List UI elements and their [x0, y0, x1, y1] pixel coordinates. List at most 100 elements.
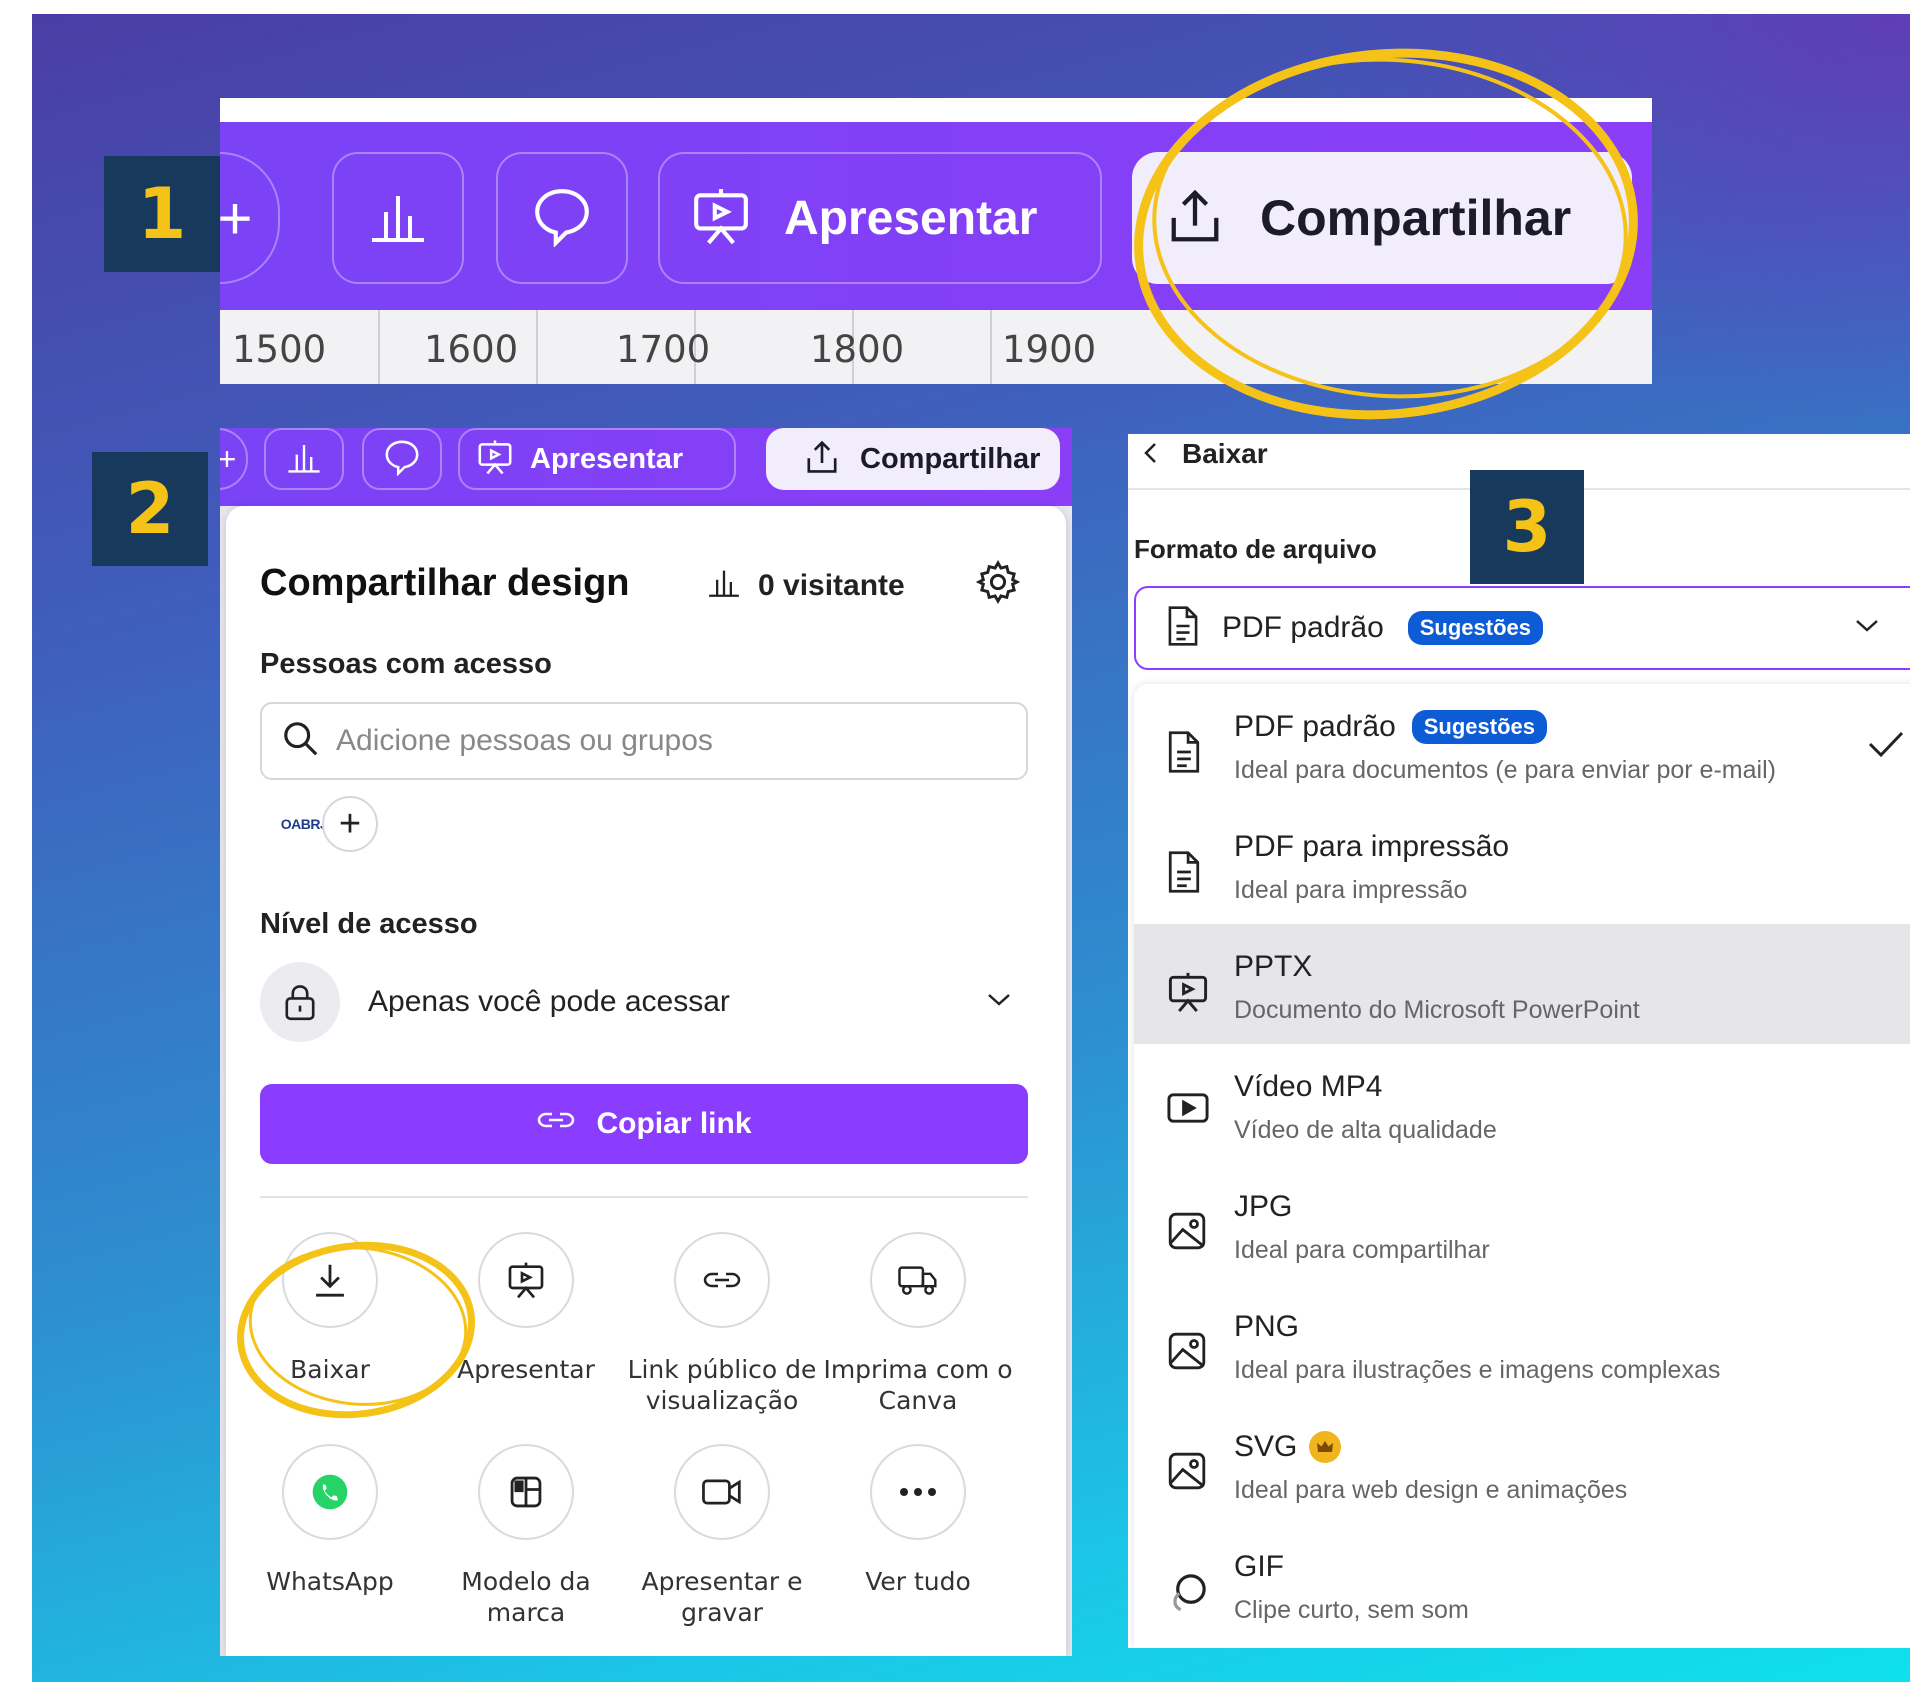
add-person-button[interactable]: + [322, 796, 378, 852]
editor-toolbar-small: + Apresentar Compartilhar [220, 428, 1072, 506]
download-title: Baixar [1182, 438, 1268, 469]
access-level-value: Apenas você pode acessar [368, 985, 730, 1018]
insights-button[interactable] [332, 152, 464, 284]
share-dialog: Compartilhar design 0 visitante Pessoas … [226, 506, 1066, 1656]
format-desc: Ideal para compartilhar [1234, 1236, 1490, 1264]
format-name: GIF [1234, 1550, 1284, 1583]
format-name: Vídeo MP4 [1234, 1070, 1383, 1103]
format-option-jpg[interactable]: JPG Ideal para compartilhar [1134, 1164, 1910, 1284]
plus-label: + [220, 440, 237, 477]
plus-label: + [220, 184, 253, 252]
editor-toolbar: + Apresentar Compartilhar [220, 122, 1652, 310]
image-icon [1166, 1330, 1210, 1374]
bar-chart-icon [286, 440, 322, 479]
visitors-count[interactable]: 0 visitante [706, 566, 905, 606]
upload-icon [804, 438, 840, 481]
file-format-select[interactable]: PDF padrão Sugestões [1134, 586, 1910, 670]
copy-link-button[interactable]: Copiar link [260, 1084, 1028, 1164]
format-option-pdf-standard[interactable]: PDF padrão Sugestões Ideal para document… [1134, 684, 1910, 804]
visitors-label: 0 visitante [758, 569, 905, 602]
video-camera-icon [674, 1444, 770, 1540]
format-name: JPG [1234, 1190, 1293, 1223]
format-name: PDF para impressão [1234, 830, 1510, 863]
download-option[interactable]: Baixar [232, 1232, 428, 1385]
lock-icon [260, 962, 340, 1042]
format-option-mp4[interactable]: Vídeo MP4 Vídeo de alta qualidade [1134, 1044, 1910, 1164]
people-search-input[interactable]: Adicione pessoas ou grupos [260, 702, 1028, 780]
access-level-select[interactable]: Apenas você pode acessar [260, 960, 1028, 1044]
document-icon [1166, 850, 1210, 894]
share-label: Compartilhar [1260, 190, 1572, 246]
dialog-title: Compartilhar design [260, 562, 630, 604]
ruler-tick [536, 310, 538, 384]
insights-button[interactable] [264, 428, 344, 490]
comment-button[interactable] [362, 428, 442, 490]
format-name-text: PDF padrão [1234, 710, 1396, 743]
format-desc: Ideal para ilustrações e imagens complex… [1234, 1356, 1721, 1384]
option-label: Apresentar e gravar [641, 1567, 803, 1627]
add-button[interactable]: + [220, 152, 280, 284]
option-label: Link público de visualização [627, 1355, 817, 1415]
format-option-svg[interactable]: SVG Ideal para web design e animações [1134, 1404, 1910, 1524]
share-panel-screenshot: + Apresentar Compartilhar Compartilhar d [220, 428, 1072, 1656]
option-label: Imprima com o Canva [823, 1355, 1013, 1415]
download-icon [282, 1232, 378, 1328]
format-option-pdf-print[interactable]: PDF para impressão Ideal para impressão [1134, 804, 1910, 924]
format-desc: Documento do Microsoft PowerPoint [1234, 996, 1640, 1024]
format-option-png[interactable]: PNG Ideal para ilustrações e imagens com… [1134, 1284, 1910, 1404]
present-record-option[interactable]: Apresentar e gravar [624, 1444, 820, 1628]
step-badge-1: 1 [104, 156, 220, 272]
presentation-icon [1166, 970, 1210, 1014]
brand-template-option[interactable]: Modelo da marca [428, 1444, 624, 1628]
present-option[interactable]: Apresentar [428, 1232, 624, 1385]
format-option-gif[interactable]: GIF Clipe curto, sem som [1134, 1524, 1910, 1644]
comment-icon [383, 438, 421, 481]
selected-format: PDF padrão [1222, 611, 1384, 644]
comment-button[interactable] [496, 152, 628, 284]
chevron-down-icon [1852, 616, 1882, 641]
share-button[interactable]: Compartilhar [1132, 152, 1632, 284]
share-label: Compartilhar [860, 442, 1041, 475]
more-icon [870, 1444, 966, 1540]
ruler-number: 1700 [616, 328, 711, 371]
people-avatars: OABRJ + [276, 796, 378, 852]
ruler-tick [378, 310, 380, 384]
download-panel-screenshot: Baixar Formato de arquivo PDF padrão Sug… [1128, 434, 1910, 1648]
presentation-icon [690, 185, 752, 252]
whatsapp-icon [282, 1444, 378, 1540]
print-option[interactable]: Imprima com o Canva [820, 1232, 1016, 1416]
check-icon [1866, 728, 1906, 765]
image-icon [1166, 1450, 1210, 1494]
upload-icon [1166, 186, 1224, 251]
share-button[interactable]: Compartilhar [766, 428, 1060, 490]
ruler-tick [990, 310, 992, 384]
format-desc: Vídeo de alta qualidade [1234, 1116, 1497, 1144]
link-icon [536, 1106, 596, 1142]
present-button[interactable]: Apresentar [458, 428, 736, 490]
search-icon [282, 720, 320, 763]
format-desc: Ideal para web design e animações [1234, 1476, 1628, 1504]
see-all-option[interactable]: Ver tudo [820, 1444, 1016, 1597]
whatsapp-option[interactable]: WhatsApp [232, 1444, 428, 1597]
step-badge-2: 2 [92, 452, 208, 566]
document-icon [1166, 605, 1200, 652]
chevron-down-icon [984, 990, 1014, 1015]
divider [260, 1196, 1028, 1198]
presentation-icon [476, 438, 514, 481]
search-placeholder: Adicione pessoas ou grupos [336, 724, 713, 757]
link-icon [674, 1232, 770, 1328]
bar-chart-icon [368, 188, 428, 249]
chevron-left-icon[interactable] [1142, 443, 1160, 470]
ruler-number: 1500 [232, 328, 327, 371]
option-label: Baixar [290, 1355, 370, 1384]
settings-button[interactable] [970, 556, 1026, 612]
comment-icon [531, 185, 593, 252]
present-button[interactable]: Apresentar [658, 152, 1102, 284]
presentation-icon [478, 1232, 574, 1328]
format-option-pptx[interactable]: PPTX Documento do Microsoft PowerPoint [1134, 924, 1910, 1044]
ruler-number: 1800 [810, 328, 905, 371]
public-link-option[interactable]: Link público de visualização [624, 1232, 820, 1416]
format-desc: Ideal para impressão [1234, 876, 1468, 904]
format-name-text: SVG [1234, 1430, 1298, 1463]
add-button[interactable]: + [220, 428, 248, 490]
